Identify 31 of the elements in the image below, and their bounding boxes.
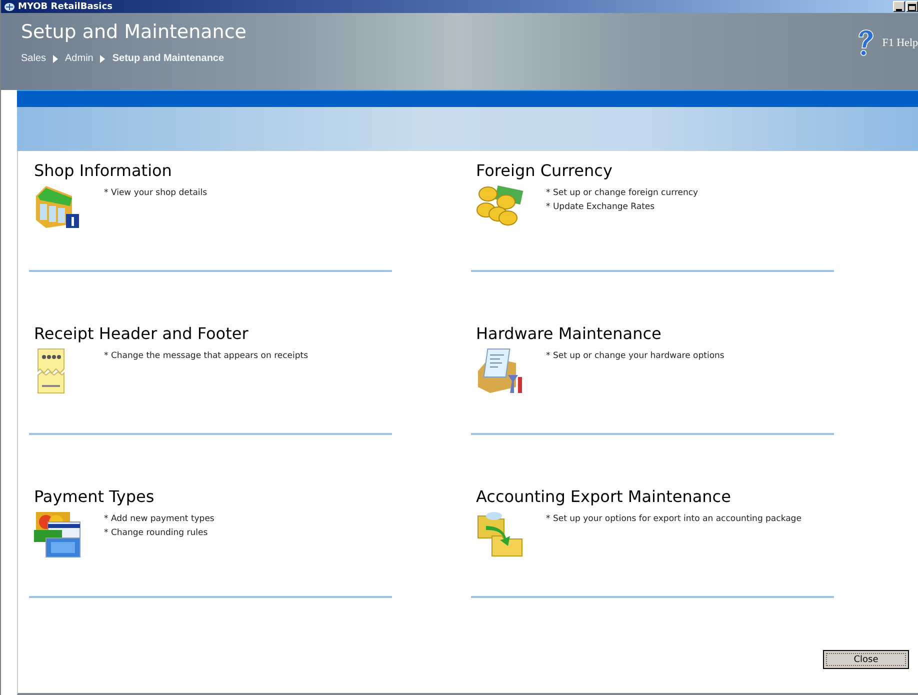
chevron-icon [100,54,106,63]
minimize-button[interactable] [893,1,905,12]
help-label[interactable]: F1 Help [882,37,918,50]
section-title[interactable]: Foreign Currency [471,161,834,180]
section-title[interactable]: Receipt Header and Footer [29,324,392,343]
maximize-button[interactable] [906,1,918,12]
payment-cards-icon[interactable] [34,510,82,558]
section-description: * Set up your options for export into an accounting package [546,513,802,526]
section-description: * Add new payment types [104,513,214,526]
section-description: * Change rounding rules [104,527,209,540]
section-title[interactable]: Accounting Export Maintenance [471,487,834,506]
section-description: * Set up or change your hardware options [546,350,724,363]
section-title[interactable]: Payment Types [29,487,392,506]
section-title[interactable]: Hardware Maintenance [471,324,834,343]
window-title: MYOB RetailBasics [18,2,112,12]
coins-icon[interactable] [476,184,524,226]
app-icon [4,2,15,12]
chevron-icon [53,54,58,63]
printer-with-tools-icon[interactable] [476,347,524,395]
section-description: * Set up or change foreign currency [546,187,698,200]
folders-icon[interactable] [476,510,524,558]
section-description: * View your shop details [104,187,208,200]
maximize-icon [908,4,916,12]
section-description: * Change the message that appears on receipts [104,350,308,363]
shop-icon[interactable] [34,184,80,230]
close-button[interactable]: Close [823,650,909,669]
section-description: * Update Exchange Rates [546,201,656,214]
page-title: Setup and Maintenance [21,21,246,44]
help-icon[interactable] [856,29,874,58]
breadcrumb-link[interactable]: Sales [21,53,46,64]
section-title[interactable]: Shop Information [29,161,392,180]
